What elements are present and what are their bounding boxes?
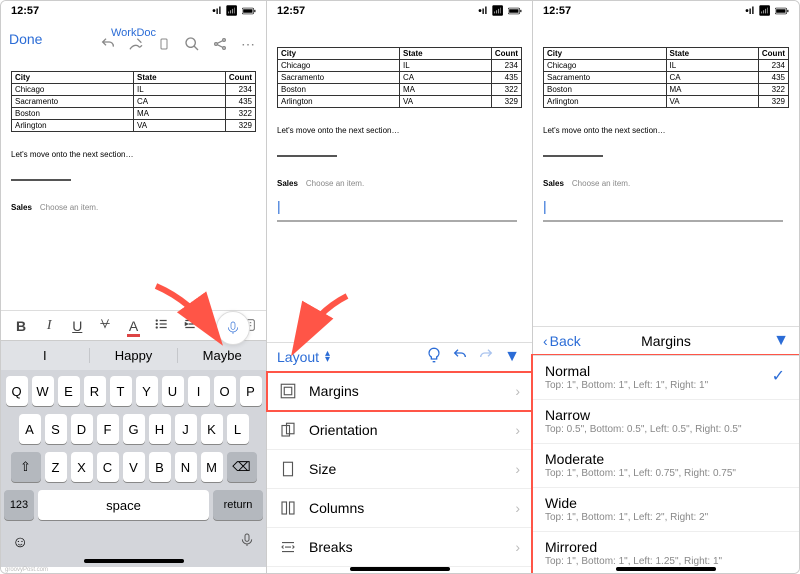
margin-option-normal[interactable]: Normal Top: 1", Bottom: 1", Left: 1", Ri…: [533, 356, 799, 400]
ribbon-tab-bar: Layout ▴▾ ▼: [267, 342, 532, 372]
return-key[interactable]: return: [213, 490, 263, 520]
shift-key[interactable]: ⇧: [11, 452, 41, 482]
suggestion[interactable]: Maybe: [178, 348, 266, 363]
suggestion[interactable]: Happy: [90, 348, 179, 363]
share-icon[interactable]: [210, 34, 230, 54]
margins-options: Normal Top: 1", Bottom: 1", Left: 1", Ri…: [533, 356, 799, 574]
status-time: 12:57: [11, 5, 39, 17]
text-cursor: |: [277, 198, 522, 214]
check-icon: ✓: [772, 366, 785, 386]
menu-orientation[interactable]: Orientation ›: [267, 411, 532, 450]
layout-tab[interactable]: Layout: [277, 349, 319, 365]
margins-icon: [279, 382, 297, 400]
bold-button[interactable]: B: [9, 318, 33, 334]
undo-icon[interactable]: [450, 347, 470, 368]
emoji-icon[interactable]: ☺: [12, 534, 28, 552]
chevron-right-icon: ›: [515, 383, 520, 399]
status-bar: 12:57 •ıl 📶︎: [1, 1, 266, 21]
suggestion-bar: I Happy Maybe: [1, 340, 266, 370]
orientation-icon: [279, 421, 297, 439]
delete-key[interactable]: ⌫: [227, 452, 257, 482]
size-icon: [279, 460, 297, 478]
done-button[interactable]: Done: [9, 31, 42, 47]
mic-icon[interactable]: [239, 532, 255, 553]
menu-columns[interactable]: Columns ›: [267, 489, 532, 528]
document-area[interactable]: CityStateCount ChicagoIL234 SacramentoCA…: [267, 21, 532, 342]
submenu-title: Margins: [641, 333, 691, 349]
margin-option-narrow[interactable]: Narrow Top: 0.5", Bottom: 0.5", Left: 0.…: [533, 400, 799, 444]
table-row: SacramentoCA435: [12, 96, 256, 108]
table-row: BostonMA322: [12, 108, 256, 120]
space-key[interactable]: space: [38, 490, 209, 520]
home-indicator: [84, 559, 184, 563]
more-icon[interactable]: ⋯: [238, 34, 258, 54]
menu-breaks[interactable]: Breaks ›: [267, 528, 532, 567]
suggestion[interactable]: I: [1, 348, 90, 363]
highlight-button[interactable]: A: [121, 318, 145, 334]
table-row: ArlingtonVA329: [12, 120, 256, 132]
menu-margins[interactable]: Margins ›: [267, 372, 532, 411]
panel-layout-menu: 12:57 •ıl📶︎ CityStateCount ChicagoIL234 …: [267, 1, 533, 573]
tellme-icon[interactable]: [424, 347, 444, 368]
submenu-header: ‹ Back Margins ▼: [533, 326, 799, 356]
search-icon[interactable]: [182, 34, 202, 54]
columns-icon: [279, 499, 297, 517]
data-table[interactable]: CityStateCount ChicagoIL234 SacramentoCA…: [277, 47, 522, 108]
dictate-button[interactable]: [216, 311, 250, 345]
status-icons: •ıl 📶︎: [212, 6, 256, 17]
data-table[interactable]: CityStateCount ChicagoIL234 SacramentoCA…: [11, 71, 256, 132]
ios-keyboard: QWERTYUIOP ASDFGHJKL ⇧ ZXCVBNM ⌫ 123 spa…: [1, 370, 266, 567]
document-area[interactable]: CityStateCount ChicagoIL234 SacramentoCA…: [1, 57, 266, 310]
num-key[interactable]: 123: [4, 490, 34, 520]
underline-button[interactable]: U: [65, 318, 89, 334]
indent-button[interactable]: [178, 317, 202, 334]
menu-size[interactable]: Size ›: [267, 450, 532, 489]
layout-menu: Margins › Orientation › Size › Columns ›…: [267, 372, 532, 567]
breaks-icon: [279, 538, 297, 556]
doc-title: WorkDoc: [111, 27, 156, 39]
panel-editor: 12:57 •ıl 📶︎ Done WorkDoc ⋯ CityStateCou…: [1, 1, 267, 573]
margin-option-moderate[interactable]: Moderate Top: 1", Bottom: 1", Left: 0.75…: [533, 444, 799, 488]
mobile-icon[interactable]: [154, 34, 174, 54]
body-text: Let's move onto the next section…: [11, 150, 256, 159]
document-area[interactable]: CityStateCount ChicagoIL234 SacramentoCA…: [533, 21, 799, 326]
back-button[interactable]: ‹ Back: [543, 333, 581, 349]
app-header: Done WorkDoc ⋯: [1, 21, 266, 57]
key[interactable]: Q: [6, 376, 28, 406]
collapse-icon[interactable]: ▼: [773, 332, 789, 350]
watermark: groovyPost.com: [1, 567, 266, 573]
list-button[interactable]: [150, 317, 174, 334]
italic-button[interactable]: I: [37, 318, 61, 334]
collapse-icon[interactable]: ▼: [502, 348, 522, 366]
tab-switcher-icon[interactable]: ▴▾: [325, 351, 330, 363]
strike-button[interactable]: [93, 317, 117, 334]
margin-option-wide[interactable]: Wide Top: 1", Bottom: 1", Left: 2", Righ…: [533, 488, 799, 532]
content-control[interactable]: Sales Choose an item.: [11, 203, 256, 212]
redo-icon[interactable]: [476, 347, 496, 368]
panel-margins-menu: 12:57 •ıl📶︎ CityStateCount ChicagoIL234 …: [533, 1, 799, 573]
table-row: ChicagoIL234: [12, 84, 256, 96]
